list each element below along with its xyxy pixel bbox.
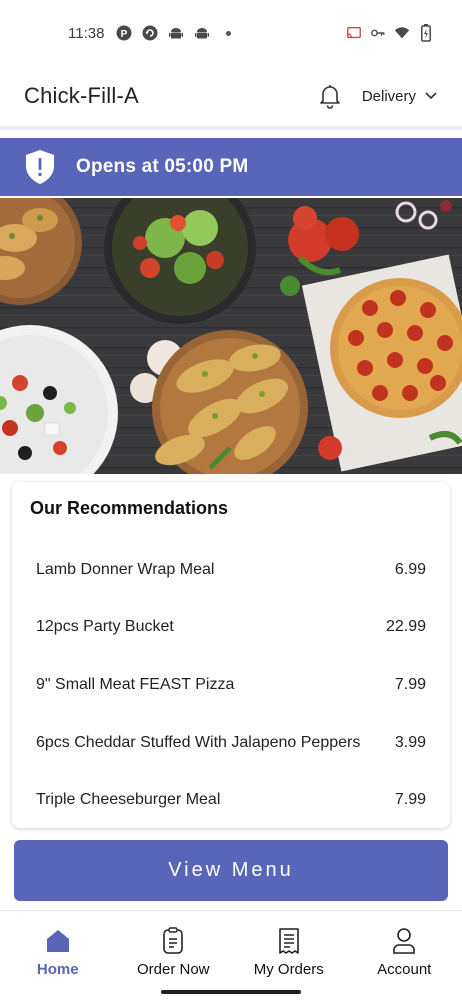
user-icon bbox=[391, 927, 417, 955]
bottom-navigation: Home Order Now My Orders Account bbox=[0, 910, 462, 1000]
recommendation-price: 7.99 bbox=[394, 791, 426, 809]
status-left-icons: P bbox=[116, 25, 236, 41]
nav-item-my-orders[interactable]: My Orders bbox=[231, 911, 347, 1000]
receipt-icon bbox=[276, 927, 302, 955]
nav-label-my-orders: My Orders bbox=[253, 961, 324, 978]
recommendation-price: 6.99 bbox=[394, 560, 426, 578]
recommendation-name: Triple Cheeseburger Meal bbox=[36, 791, 221, 809]
nav-label-account: Account bbox=[377, 961, 432, 978]
status-right-icons bbox=[346, 24, 434, 42]
recommendation-price: 7.99 bbox=[394, 675, 426, 693]
recommendation-name: Lamb Donner Wrap Meal bbox=[36, 560, 215, 578]
delivery-mode-selector[interactable]: Delivery bbox=[362, 88, 438, 105]
app-header: Chick-Fill-A Delivery bbox=[0, 66, 462, 130]
svg-text:P: P bbox=[121, 29, 128, 40]
recommendations-card: Our Recommendations Lamb Donner Wrap Mea… bbox=[12, 482, 450, 828]
nav-item-order-now[interactable]: Order Now bbox=[116, 911, 232, 1000]
cast-icon bbox=[346, 25, 362, 41]
recommendation-item[interactable]: Lamb Donner Wrap Meal 6.99 bbox=[30, 541, 432, 599]
battery-icon bbox=[418, 24, 434, 42]
recommendation-name: 9" Small Meat FEAST Pizza bbox=[36, 675, 235, 693]
recommendations-title: Our Recommendations bbox=[30, 498, 229, 518]
recommendation-item[interactable]: Triple Cheeseburger Meal 7.99 bbox=[30, 771, 432, 829]
food-hero-image bbox=[0, 198, 462, 474]
nav-item-account[interactable]: Account bbox=[347, 911, 462, 1000]
opening-hours-banner: Opens at 05:00 PM bbox=[0, 138, 462, 196]
nav-item-home[interactable]: Home bbox=[0, 911, 116, 1000]
header-actions: Delivery bbox=[316, 82, 438, 110]
chevron-down-icon bbox=[424, 91, 438, 101]
opening-hours-text: Opens at 05:00 PM bbox=[76, 156, 249, 177]
key-icon bbox=[370, 25, 386, 41]
dot-icon bbox=[220, 25, 236, 41]
restaurant-title: Chick-Fill-A bbox=[24, 83, 139, 108]
recommendation-item[interactable]: 6pcs Cheddar Stuffed With Jalapeno Peppe… bbox=[30, 714, 432, 772]
recommendation-name: 12pcs Party Bucket bbox=[36, 618, 174, 636]
refresh-circle-icon bbox=[142, 25, 158, 41]
recommendation-price: 22.99 bbox=[385, 618, 426, 636]
status-time: 11:38 bbox=[68, 24, 105, 42]
view-menu-button[interactable]: View Menu bbox=[14, 840, 448, 901]
bell-icon[interactable] bbox=[316, 82, 344, 110]
recommendation-name: 6pcs Cheddar Stuffed With Jalapeno Peppe… bbox=[36, 733, 361, 751]
nav-label-home: Home bbox=[36, 961, 79, 978]
recommendation-item[interactable]: 9" Small Meat FEAST Pizza 7.99 bbox=[30, 656, 432, 714]
p-circle-icon: P bbox=[116, 25, 132, 41]
gesture-home-indicator[interactable] bbox=[161, 990, 301, 994]
recommendation-price: 3.99 bbox=[394, 733, 426, 751]
android-icon bbox=[194, 25, 210, 41]
android-icon bbox=[168, 25, 184, 41]
order-icon bbox=[160, 927, 186, 955]
home-icon bbox=[45, 927, 71, 955]
wifi-icon bbox=[394, 25, 410, 41]
status-bar: 11:38 P bbox=[0, 0, 462, 66]
delivery-mode-label: Delivery bbox=[361, 87, 416, 105]
recommendation-item[interactable]: 12pcs Party Bucket 22.99 bbox=[30, 599, 432, 657]
shield-alert-icon bbox=[24, 149, 56, 185]
nav-label-order-now: Order Now bbox=[136, 961, 210, 978]
